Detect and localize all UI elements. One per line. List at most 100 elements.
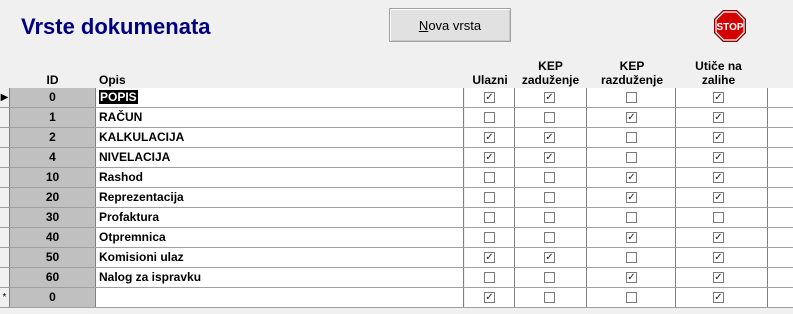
- utice-na-zalihe-checkbox[interactable]: ✓: [713, 112, 724, 123]
- cell-utice-na-zalihe: ✓: [676, 288, 768, 307]
- utice-na-zalihe-checkbox[interactable]: ✓: [713, 292, 724, 303]
- record-selector[interactable]: [0, 228, 10, 247]
- table-row[interactable]: 40 Otpremnica ✓ ✓: [0, 228, 793, 248]
- ulazni-checkbox[interactable]: ✓: [484, 92, 495, 103]
- cell-id[interactable]: 60: [10, 268, 96, 287]
- record-selector[interactable]: [0, 208, 10, 227]
- utice-na-zalihe-checkbox[interactable]: ✓: [713, 132, 724, 143]
- utice-na-zalihe-checkbox[interactable]: ✓: [713, 252, 724, 263]
- cell-opis[interactable]: Nalog za ispravku: [96, 268, 464, 287]
- cell-id[interactable]: 20: [10, 188, 96, 207]
- table-row[interactable]: 30 Profaktura: [0, 208, 793, 228]
- table-row[interactable]: * 0 ✓ ✓: [0, 288, 793, 308]
- record-selector[interactable]: [0, 248, 10, 267]
- ulazni-checkbox[interactable]: [484, 192, 495, 203]
- nova-vrsta-button[interactable]: Nova vrsta: [389, 8, 511, 42]
- cell-utice-na-zalihe: ✓: [676, 188, 768, 207]
- cell-opis[interactable]: [96, 288, 464, 307]
- record-selector[interactable]: [0, 188, 10, 207]
- cell-opis-text: Komisioni ulaz: [99, 250, 184, 264]
- kep-razduzenje-checkbox[interactable]: [626, 132, 637, 143]
- cell-opis[interactable]: POPIS: [96, 88, 464, 107]
- kep-razduzenje-checkbox[interactable]: [626, 152, 637, 163]
- table-row[interactable]: 60 Nalog za ispravku ✓ ✓: [0, 268, 793, 288]
- cell-opis[interactable]: Otpremnica: [96, 228, 464, 247]
- record-selector[interactable]: ▶: [0, 88, 10, 107]
- kep-razduzenje-checkbox[interactable]: ✓: [626, 172, 637, 183]
- ulazni-checkbox[interactable]: ✓: [484, 252, 495, 263]
- cell-id[interactable]: 50: [10, 248, 96, 267]
- kep-razduzenje-checkbox[interactable]: [626, 212, 637, 223]
- kep-razduzenje-checkbox[interactable]: [626, 92, 637, 103]
- cell-id[interactable]: 2: [10, 128, 96, 147]
- row-filler: [768, 228, 793, 247]
- record-selector[interactable]: [0, 168, 10, 187]
- utice-na-zalihe-checkbox[interactable]: ✓: [713, 152, 724, 163]
- cell-id[interactable]: 4: [10, 148, 96, 167]
- table-row[interactable]: 10 Rashod ✓ ✓: [0, 168, 793, 188]
- ulazni-checkbox[interactable]: ✓: [484, 292, 495, 303]
- cell-kep-zaduzenje: [515, 288, 587, 307]
- ulazni-checkbox[interactable]: [484, 172, 495, 183]
- kep-razduzenje-checkbox[interactable]: ✓: [626, 112, 637, 123]
- cell-opis[interactable]: Komisioni ulaz: [96, 248, 464, 267]
- utice-na-zalihe-checkbox[interactable]: ✓: [713, 272, 724, 283]
- stop-button[interactable]: STOP: [713, 9, 747, 43]
- table-row[interactable]: 20 Reprezentacija ✓ ✓: [0, 188, 793, 208]
- cell-id[interactable]: 0: [10, 288, 96, 307]
- ulazni-checkbox[interactable]: [484, 112, 495, 123]
- cell-opis-text: KALKULACIJA: [99, 130, 185, 144]
- kep-zaduzenje-checkbox[interactable]: [544, 292, 555, 303]
- kep-razduzenje-checkbox[interactable]: ✓: [626, 272, 637, 283]
- kep-razduzenje-checkbox[interactable]: [626, 292, 637, 303]
- record-selector[interactable]: *: [0, 288, 10, 307]
- kep-zaduzenje-checkbox[interactable]: [544, 172, 555, 183]
- ulazni-checkbox[interactable]: ✓: [484, 132, 495, 143]
- cell-opis[interactable]: Profaktura: [96, 208, 464, 227]
- ulazni-checkbox[interactable]: ✓: [484, 152, 495, 163]
- utice-na-zalihe-checkbox[interactable]: ✓: [713, 192, 724, 203]
- cell-id[interactable]: 30: [10, 208, 96, 227]
- kep-zaduzenje-checkbox[interactable]: [544, 212, 555, 223]
- table-row[interactable]: 1 RAČUN ✓ ✓: [0, 108, 793, 128]
- kep-zaduzenje-checkbox[interactable]: [544, 272, 555, 283]
- kep-zaduzenje-checkbox[interactable]: ✓: [544, 152, 555, 163]
- table-row[interactable]: 50 Komisioni ulaz ✓ ✓ ✓: [0, 248, 793, 268]
- kep-zaduzenje-checkbox[interactable]: [544, 192, 555, 203]
- cell-opis[interactable]: RAČUN: [96, 108, 464, 127]
- table-row[interactable]: ▶ 0 POPIS ✓ ✓ ✓: [0, 88, 793, 108]
- table-row[interactable]: 2 KALKULACIJA ✓ ✓ ✓: [0, 128, 793, 148]
- cell-kep-razduzenje: ✓: [587, 228, 676, 247]
- utice-na-zalihe-checkbox[interactable]: ✓: [713, 92, 724, 103]
- kep-zaduzenje-checkbox[interactable]: [544, 232, 555, 243]
- record-selector[interactable]: [0, 128, 10, 147]
- cell-id[interactable]: 40: [10, 228, 96, 247]
- record-selector[interactable]: [0, 268, 10, 287]
- kep-r-line1: KEP: [619, 59, 645, 73]
- kep-razduzenje-checkbox[interactable]: [626, 252, 637, 263]
- cell-id[interactable]: 10: [10, 168, 96, 187]
- cell-opis[interactable]: Reprezentacija: [96, 188, 464, 207]
- record-selector[interactable]: [0, 148, 10, 167]
- cell-opis[interactable]: Rashod: [96, 168, 464, 187]
- cell-opis[interactable]: KALKULACIJA: [96, 128, 464, 147]
- kep-zaduzenje-checkbox[interactable]: ✓: [544, 132, 555, 143]
- ulazni-checkbox[interactable]: [484, 272, 495, 283]
- kep-zaduzenje-checkbox[interactable]: ✓: [544, 92, 555, 103]
- kep-zaduzenje-checkbox[interactable]: [544, 112, 555, 123]
- utice-na-zalihe-checkbox[interactable]: ✓: [713, 232, 724, 243]
- cell-id[interactable]: 1: [10, 108, 96, 127]
- table-row[interactable]: 4 NIVELACIJA ✓ ✓ ✓: [0, 148, 793, 168]
- utice-na-zalihe-checkbox[interactable]: ✓: [713, 172, 724, 183]
- kep-razduzenje-checkbox[interactable]: ✓: [626, 192, 637, 203]
- utice-na-zalihe-checkbox[interactable]: [713, 212, 724, 223]
- kep-razduzenje-checkbox[interactable]: ✓: [626, 232, 637, 243]
- record-selector[interactable]: [0, 108, 10, 127]
- column-header-kep-razduzenje: KEP razduženje: [592, 59, 672, 87]
- kep-zaduzenje-checkbox[interactable]: ✓: [544, 252, 555, 263]
- cell-opis[interactable]: NIVELACIJA: [96, 148, 464, 167]
- ulazni-checkbox[interactable]: [484, 232, 495, 243]
- ulazni-checkbox[interactable]: [484, 212, 495, 223]
- cell-id[interactable]: 0: [10, 88, 96, 107]
- cell-ulazni: ✓: [465, 88, 515, 107]
